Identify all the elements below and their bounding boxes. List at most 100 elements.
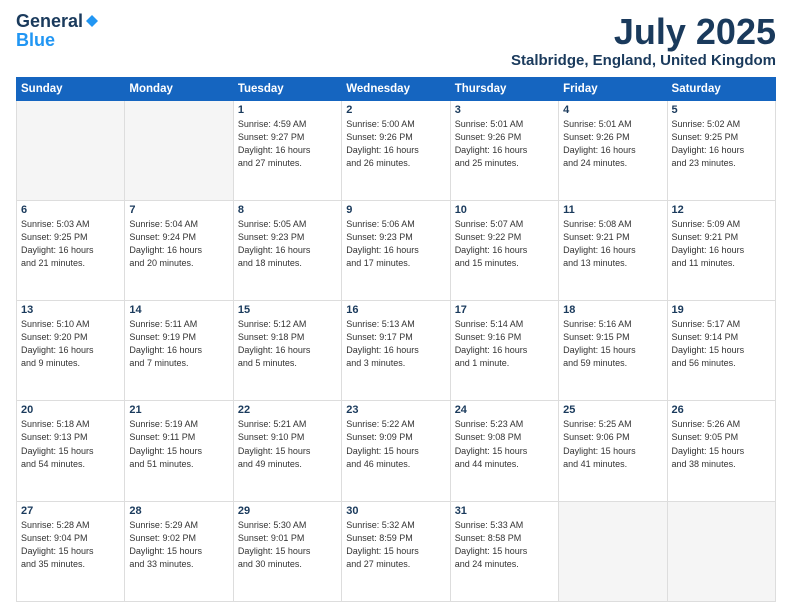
day-number: 10 — [455, 204, 554, 216]
day-info: Sunrise: 5:30 AM Sunset: 9:01 PM Dayligh… — [238, 519, 337, 571]
calendar-day-cell: 1Sunrise: 4:59 AM Sunset: 9:27 PM Daylig… — [233, 100, 341, 200]
day-number: 26 — [672, 404, 771, 416]
calendar-day-cell: 2Sunrise: 5:00 AM Sunset: 9:26 PM Daylig… — [342, 100, 450, 200]
day-info: Sunrise: 5:03 AM Sunset: 9:25 PM Dayligh… — [21, 218, 120, 270]
day-number: 9 — [346, 204, 445, 216]
day-info: Sunrise: 5:07 AM Sunset: 9:22 PM Dayligh… — [455, 218, 554, 270]
day-number: 27 — [21, 505, 120, 517]
day-info: Sunrise: 5:01 AM Sunset: 9:26 PM Dayligh… — [563, 118, 662, 170]
day-number: 31 — [455, 505, 554, 517]
calendar-day-cell: 24 Sunrise: 5:23 AM Sunset: 9:08 PM Dayli… — [450, 401, 558, 501]
calendar-day-cell: 30Sunrise: 5:32 AM Sunset: 8:59 PM Dayli… — [342, 501, 450, 601]
day-info: Sunrise: 5:01 AM Sunset: 9:26 PM Dayligh… — [455, 118, 554, 170]
day-info: Sunrise: 5:11 AM Sunset: 9:19 PM Dayligh… — [129, 318, 228, 370]
day-number: 12 — [672, 204, 771, 216]
calendar-day-cell: 21 Sunrise: 5:19 AM Sunset: 9:11 PM Dayli… — [125, 401, 233, 501]
calendar-day-cell — [559, 501, 667, 601]
weekday-header: Saturday — [667, 77, 775, 100]
day-number: 21 — [129, 404, 228, 416]
calendar-day-cell: 25 Sunrise: 5:25 AM Sunset: 9:06 PM Dayli… — [559, 401, 667, 501]
day-info: Sunrise: 5:14 AM Sunset: 9:16 PM Dayligh… — [455, 318, 554, 370]
calendar-day-cell: 15Sunrise: 5:12 AM Sunset: 9:18 PM Dayli… — [233, 301, 341, 401]
day-info: Sunrise: 5:21 AM Sunset: 9:10 PM Dayligh… — [238, 418, 337, 470]
calendar-day-cell — [667, 501, 775, 601]
weekday-header: Monday — [125, 77, 233, 100]
day-number: 6 — [21, 204, 120, 216]
calendar-day-cell: 19 Sunrise: 5:17 AM Sunset: 9:14 PM Dayli… — [667, 301, 775, 401]
day-info: Sunrise: 5:13 AM Sunset: 9:17 PM Dayligh… — [346, 318, 445, 370]
day-info: Sunrise: 5:10 AM Sunset: 9:20 PM Dayligh… — [21, 318, 120, 370]
calendar-day-cell: 9 Sunrise: 5:06 AM Sunset: 9:23 PM Daylig… — [342, 200, 450, 300]
day-number: 23 — [346, 404, 445, 416]
day-info: Sunrise: 5:09 AM Sunset: 9:21 PM Dayligh… — [672, 218, 771, 270]
calendar-day-cell: 8Sunrise: 5:05 AM Sunset: 9:23 PM Daylig… — [233, 200, 341, 300]
calendar-week-row: 20 Sunrise: 5:18 AM Sunset: 9:13 PM Dayli… — [17, 401, 776, 501]
day-number: 14 — [129, 304, 228, 316]
day-info: Sunrise: 5:28 AM Sunset: 9:04 PM Dayligh… — [21, 519, 120, 571]
calendar-day-cell: 7 Sunrise: 5:04 AM Sunset: 9:24 PM Daylig… — [125, 200, 233, 300]
weekday-header-row: SundayMondayTuesdayWednesdayThursdayFrid… — [17, 77, 776, 100]
logo-icon — [85, 14, 99, 28]
month-title: July 2025 — [511, 12, 776, 52]
header: General Blue July 2025 Stalbridge, Engla… — [16, 12, 776, 69]
day-number: 18 — [563, 304, 662, 316]
day-info: Sunrise: 4:59 AM Sunset: 9:27 PM Dayligh… — [238, 118, 337, 170]
calendar-day-cell: 20 Sunrise: 5:18 AM Sunset: 9:13 PM Dayli… — [17, 401, 125, 501]
day-number: 11 — [563, 204, 662, 216]
calendar-day-cell: 6 Sunrise: 5:03 AM Sunset: 9:25 PM Daylig… — [17, 200, 125, 300]
day-info: Sunrise: 5:22 AM Sunset: 9:09 PM Dayligh… — [346, 418, 445, 470]
day-number: 19 — [672, 304, 771, 316]
weekday-header: Wednesday — [342, 77, 450, 100]
logo-blue-text: Blue — [16, 30, 55, 51]
calendar-day-cell: 27 Sunrise: 5:28 AM Sunset: 9:04 PM Dayli… — [17, 501, 125, 601]
calendar-day-cell: 31Sunrise: 5:33 AM Sunset: 8:58 PM Dayli… — [450, 501, 558, 601]
day-info: Sunrise: 5:06 AM Sunset: 9:23 PM Dayligh… — [346, 218, 445, 270]
day-info: Sunrise: 5:18 AM Sunset: 9:13 PM Dayligh… — [21, 418, 120, 470]
calendar-day-cell: 4Sunrise: 5:01 AM Sunset: 9:26 PM Daylig… — [559, 100, 667, 200]
day-number: 29 — [238, 505, 337, 517]
calendar-day-cell: 11Sunrise: 5:08 AM Sunset: 9:21 PM Dayli… — [559, 200, 667, 300]
day-number: 20 — [21, 404, 120, 416]
day-number: 3 — [455, 104, 554, 116]
day-info: Sunrise: 5:17 AM Sunset: 9:14 PM Dayligh… — [672, 318, 771, 370]
calendar-day-cell: 22 Sunrise: 5:21 AM Sunset: 9:10 PM Dayli… — [233, 401, 341, 501]
day-info: Sunrise: 5:00 AM Sunset: 9:26 PM Dayligh… — [346, 118, 445, 170]
day-info: Sunrise: 5:29 AM Sunset: 9:02 PM Dayligh… — [129, 519, 228, 571]
location: Stalbridge, England, United Kingdom — [511, 52, 776, 69]
day-info: Sunrise: 5:23 AM Sunset: 9:08 PM Dayligh… — [455, 418, 554, 470]
logo-general-text: General — [16, 12, 83, 30]
calendar-day-cell: 28 Sunrise: 5:29 AM Sunset: 9:02 PM Dayli… — [125, 501, 233, 601]
calendar-week-row: 27 Sunrise: 5:28 AM Sunset: 9:04 PM Dayli… — [17, 501, 776, 601]
calendar-day-cell: 26 Sunrise: 5:26 AM Sunset: 9:05 PM Dayli… — [667, 401, 775, 501]
weekday-header: Thursday — [450, 77, 558, 100]
logo: General Blue — [16, 12, 99, 51]
day-info: Sunrise: 5:25 AM Sunset: 9:06 PM Dayligh… — [563, 418, 662, 470]
day-number: 28 — [129, 505, 228, 517]
weekday-header: Sunday — [17, 77, 125, 100]
calendar-day-cell: 16 Sunrise: 5:13 AM Sunset: 9:17 PM Dayli… — [342, 301, 450, 401]
title-block: July 2025 Stalbridge, England, United Ki… — [511, 12, 776, 69]
calendar-day-cell: 14 Sunrise: 5:11 AM Sunset: 9:19 PM Dayli… — [125, 301, 233, 401]
day-number: 16 — [346, 304, 445, 316]
day-number: 24 — [455, 404, 554, 416]
day-info: Sunrise: 5:26 AM Sunset: 9:05 PM Dayligh… — [672, 418, 771, 470]
calendar-day-cell — [17, 100, 125, 200]
day-number: 25 — [563, 404, 662, 416]
page: General Blue July 2025 Stalbridge, Engla… — [0, 0, 792, 612]
day-info: Sunrise: 5:32 AM Sunset: 8:59 PM Dayligh… — [346, 519, 445, 571]
calendar-day-cell: 18Sunrise: 5:16 AM Sunset: 9:15 PM Dayli… — [559, 301, 667, 401]
day-info: Sunrise: 5:19 AM Sunset: 9:11 PM Dayligh… — [129, 418, 228, 470]
day-number: 7 — [129, 204, 228, 216]
weekday-header: Tuesday — [233, 77, 341, 100]
calendar-day-cell: 5Sunrise: 5:02 AM Sunset: 9:25 PM Daylig… — [667, 100, 775, 200]
day-info: Sunrise: 5:02 AM Sunset: 9:25 PM Dayligh… — [672, 118, 771, 170]
calendar-week-row: 13Sunrise: 5:10 AM Sunset: 9:20 PM Dayli… — [17, 301, 776, 401]
day-info: Sunrise: 5:12 AM Sunset: 9:18 PM Dayligh… — [238, 318, 337, 370]
calendar-day-cell: 29 Sunrise: 5:30 AM Sunset: 9:01 PM Dayli… — [233, 501, 341, 601]
day-number: 22 — [238, 404, 337, 416]
day-info: Sunrise: 5:04 AM Sunset: 9:24 PM Dayligh… — [129, 218, 228, 270]
day-number: 8 — [238, 204, 337, 216]
calendar-day-cell: 23 Sunrise: 5:22 AM Sunset: 9:09 PM Dayli… — [342, 401, 450, 501]
calendar-week-row: 1Sunrise: 4:59 AM Sunset: 9:27 PM Daylig… — [17, 100, 776, 200]
calendar-week-row: 6 Sunrise: 5:03 AM Sunset: 9:25 PM Daylig… — [17, 200, 776, 300]
